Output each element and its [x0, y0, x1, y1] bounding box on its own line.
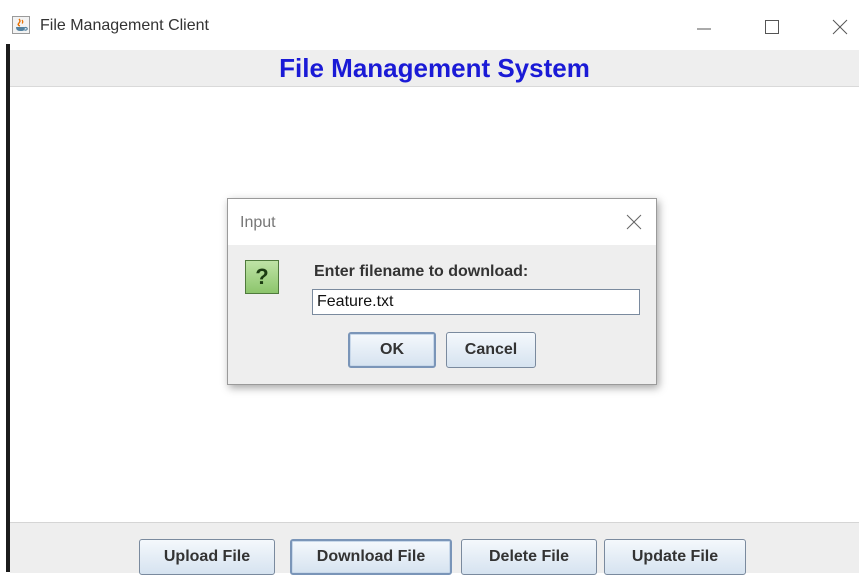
dialog-close-button[interactable]: [620, 209, 648, 235]
close-icon: [832, 19, 848, 35]
close-icon: [626, 214, 642, 230]
java-coffee-cup-icon: [12, 16, 30, 34]
delete-file-button[interactable]: Delete File: [461, 539, 597, 575]
close-button[interactable]: [820, 10, 859, 44]
input-dialog: Input ? Enter filename to download: OK C…: [227, 198, 657, 385]
page-title: File Management System: [279, 53, 590, 83]
button-bar: Upload File Download File Delete File Up…: [10, 522, 859, 575]
dialog-titlebar[interactable]: Input: [228, 199, 656, 245]
dialog-title: Input: [240, 214, 276, 231]
minimize-button[interactable]: [684, 10, 724, 44]
update-file-button[interactable]: Update File: [604, 539, 746, 575]
maximize-icon: [765, 20, 779, 34]
cancel-button[interactable]: Cancel: [446, 332, 536, 368]
window-title: File Management Client: [40, 17, 209, 34]
filename-input[interactable]: [312, 289, 640, 315]
header-panel: File Management System: [10, 50, 859, 87]
prompt-label: Enter filename to download:: [314, 263, 529, 280]
question-icon: ?: [245, 260, 279, 294]
maximize-button[interactable]: [752, 10, 792, 44]
window-titlebar[interactable]: File Management Client: [0, 0, 859, 50]
upload-file-button[interactable]: Upload File: [139, 539, 275, 575]
minimize-icon: [697, 28, 711, 30]
main-window: File Management Client File Management S…: [0, 0, 859, 575]
ok-button[interactable]: OK: [348, 332, 436, 368]
download-file-button[interactable]: Download File: [290, 539, 452, 575]
